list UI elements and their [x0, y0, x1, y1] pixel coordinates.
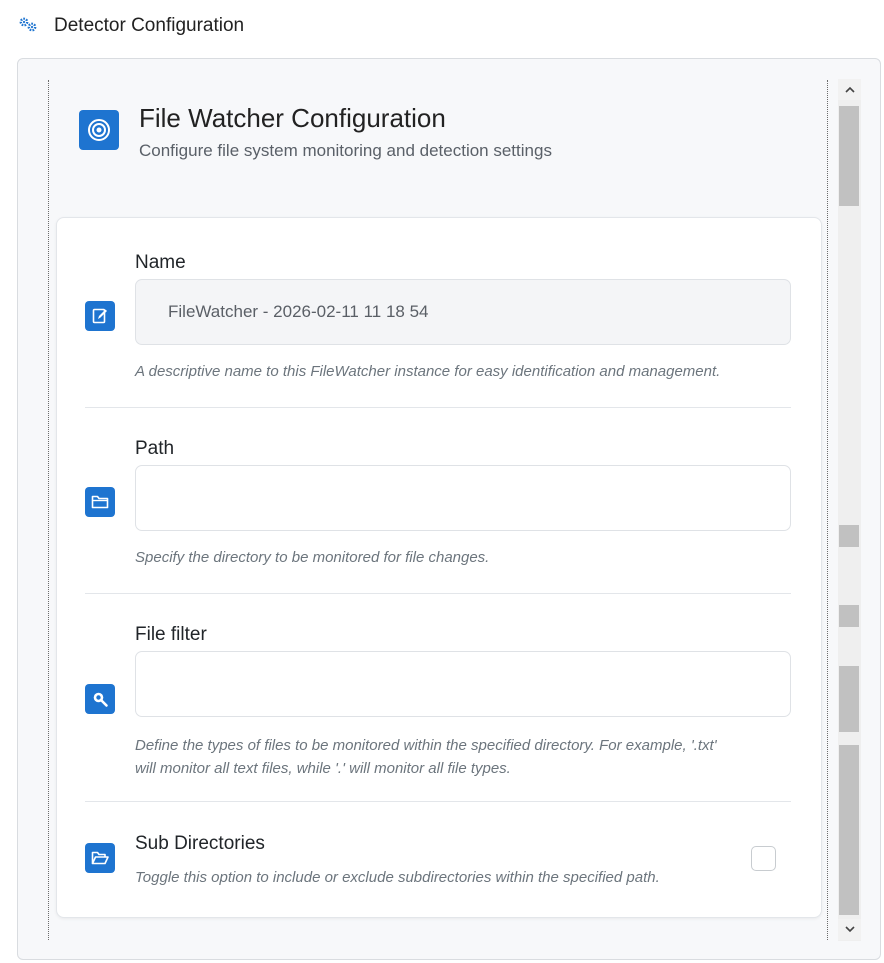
- sub-directories-help-text: Toggle this option to include or exclude…: [135, 869, 660, 886]
- edit-icon: [85, 301, 115, 331]
- vertical-scrollbar[interactable]: [838, 79, 861, 941]
- folder-open-icon: [85, 843, 115, 873]
- chevron-down-icon: [844, 926, 855, 933]
- chevron-up-icon: [844, 86, 855, 93]
- config-title: File Watcher Configuration: [139, 103, 446, 133]
- gears-icon: [19, 17, 37, 32]
- file-filter-input[interactable]: [135, 651, 791, 717]
- sub-directories-checkbox[interactable]: [751, 846, 776, 871]
- scrollbar-thumb[interactable]: [839, 106, 859, 206]
- name-help-text: A descriptive name to this FileWatcher i…: [135, 363, 721, 380]
- file-filter-label: File filter: [135, 624, 207, 645]
- field-divider: [85, 801, 791, 802]
- scrollbar-track-segment: [839, 745, 859, 915]
- path-help-text: Specify the directory to be monitored fo…: [135, 549, 490, 566]
- scroll-up-button[interactable]: [838, 79, 861, 100]
- name-label: Name: [135, 252, 186, 273]
- path-label: Path: [135, 438, 175, 459]
- scrollbar-track-segment: [839, 666, 859, 732]
- target-icon: [79, 110, 119, 150]
- name-input[interactable]: [135, 279, 791, 345]
- file-filter-help-text-2: will monitor all text files, while '.' w…: [135, 760, 511, 777]
- panel-right-guide: [827, 80, 828, 940]
- config-subtitle: Configure file system monitoring and det…: [139, 141, 552, 160]
- search-icon: [85, 684, 115, 714]
- panel-left-guide: [48, 80, 49, 940]
- page-header: Detector Configuration: [18, 12, 244, 40]
- config-header: File Watcher Configuration Configure fil…: [78, 103, 778, 183]
- sub-directories-label: Sub Directories: [135, 833, 265, 854]
- file-filter-help-text: Define the types of files to be monitore…: [135, 737, 717, 754]
- field-divider: [85, 407, 791, 408]
- path-input[interactable]: [135, 465, 791, 531]
- folder-icon: [85, 487, 115, 517]
- scroll-down-button[interactable]: [838, 919, 861, 940]
- scrollbar-track-segment: [839, 605, 859, 627]
- field-divider: [85, 593, 791, 594]
- scrollbar-track-segment: [839, 525, 859, 547]
- page-title: Detector Configuration: [54, 15, 245, 36]
